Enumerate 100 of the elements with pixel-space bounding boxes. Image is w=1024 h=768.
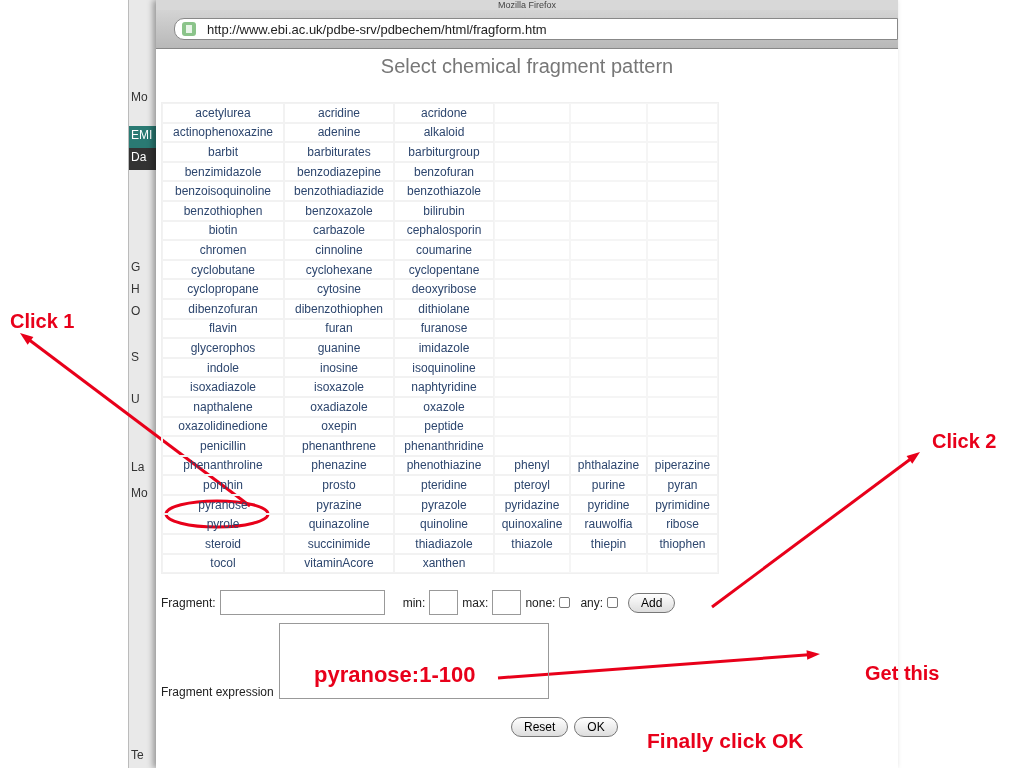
- fragment-link[interactable]: xanthen: [394, 553, 494, 574]
- fragment-link[interactable]: flavin: [162, 318, 284, 339]
- fragment-link[interactable]: benzothiophen: [162, 200, 284, 221]
- fragment-link[interactable]: cyclohexane: [284, 259, 394, 280]
- fragment-link[interactable]: cytosine: [284, 279, 394, 299]
- fragment-link[interactable]: quinoline: [394, 514, 494, 535]
- fragment-link[interactable]: acridone: [394, 103, 494, 123]
- fragment-link[interactable]: pyridine: [570, 494, 647, 515]
- fragment-link[interactable]: furan: [284, 318, 394, 339]
- annotation-text: Get this: [865, 662, 940, 685]
- fragment-link[interactable]: benzoxazole: [284, 200, 394, 221]
- address-bar[interactable]: http://www.ebi.ac.uk/pdbe-srv/pdbechem/html/fragform.htm: [174, 18, 898, 40]
- fragment-link[interactable]: phenanthridine: [394, 436, 494, 456]
- fragment-link[interactable]: peptide: [394, 416, 494, 437]
- fragment-link[interactable]: vitaminAcore: [284, 553, 394, 574]
- fragment-link[interactable]: phenazine: [284, 455, 394, 476]
- fragment-link[interactable]: piperazine: [647, 455, 718, 476]
- fragment-link[interactable]: deoxyribose: [394, 279, 494, 299]
- fragment-link[interactable]: oxazole: [394, 396, 494, 417]
- checkbox[interactable]: [559, 597, 571, 609]
- fragment-link[interactable]: thiadiazole: [394, 534, 494, 554]
- fragment-link[interactable]: biotin: [162, 220, 284, 241]
- fragment-link[interactable]: pteroyl: [494, 475, 570, 495]
- fragment-link[interactable]: barbiturates: [284, 142, 394, 162]
- fragment-link[interactable]: phthalazine: [570, 455, 647, 476]
- fragment-link[interactable]: coumarine: [394, 240, 494, 260]
- fragment-link[interactable]: benzothiazole: [394, 181, 494, 201]
- fragment-link[interactable]: benzoisoquinoline: [162, 181, 284, 201]
- fragment-link[interactable]: purine: [570, 475, 647, 495]
- fragment-link[interactable]: pyrazine: [284, 494, 394, 515]
- checkbox[interactable]: [607, 597, 619, 609]
- fragment-link[interactable]: pyrazole: [394, 494, 494, 515]
- fragment-link[interactable]: isoxazole: [284, 377, 394, 397]
- fragment-link[interactable]: benzothiadiazide: [284, 181, 394, 201]
- fragment-link[interactable]: cyclobutane: [162, 259, 284, 280]
- fragment-link[interactable]: dibenzothiophen: [284, 298, 394, 319]
- fragment-link[interactable]: bilirubin: [394, 200, 494, 221]
- fragment-link[interactable]: barbiturgroup: [394, 142, 494, 162]
- fragment-link[interactable]: imidazole: [394, 338, 494, 358]
- fragment-link[interactable]: acetylurea: [162, 103, 284, 123]
- fragment-link[interactable]: barbit: [162, 142, 284, 162]
- field-label: max:: [462, 595, 489, 610]
- cut-text: Te: [130, 747, 145, 764]
- fragment-link[interactable]: thiepin: [570, 534, 647, 554]
- fragment-link[interactable]: napthalene: [162, 396, 284, 417]
- fragment-link[interactable]: carbazole: [284, 220, 394, 241]
- fragment-link[interactable]: oxadiazole: [284, 396, 394, 417]
- field-label: min:: [402, 595, 426, 610]
- fragment-link[interactable]: acridine: [284, 103, 394, 123]
- fragment-link[interactable]: benzimidazole: [162, 161, 284, 182]
- fragment-link[interactable]: prosto: [284, 475, 394, 495]
- field-label: Fragment expression: [161, 685, 274, 700]
- fragment-link[interactable]: isoxadiazole: [162, 377, 284, 397]
- fragment-link[interactable]: benzofuran: [394, 161, 494, 182]
- fragment-link[interactable]: dibenzofuran: [162, 298, 284, 319]
- number-field[interactable]: [429, 590, 459, 616]
- expression-field[interactable]: [278, 623, 549, 700]
- ok-button[interactable]: OK: [574, 717, 618, 738]
- fragment-link[interactable]: thiazole: [494, 534, 570, 554]
- fragment-link[interactable]: alkaloid: [394, 122, 494, 143]
- fragment-link[interactable]: phenyl: [494, 455, 570, 476]
- fragment-link[interactable]: oxepin: [284, 416, 394, 437]
- fragment-link[interactable]: phenanthrene: [284, 436, 394, 456]
- fragment-link[interactable]: inosine: [284, 357, 394, 378]
- fragment-link[interactable]: dithiolane: [394, 298, 494, 319]
- fragment-link[interactable]: rauwolfia: [570, 514, 647, 535]
- cut-text: Da: [129, 148, 156, 170]
- fragment-link[interactable]: pyridazine: [494, 494, 570, 515]
- fragment-link[interactable]: quinazoline: [284, 514, 394, 535]
- fragment-link[interactable]: cyclopropane: [162, 279, 284, 299]
- annotation-text: Click 2: [932, 430, 997, 453]
- fragment-link[interactable]: phenothiazine: [394, 455, 494, 476]
- fragment-field[interactable]: [219, 590, 385, 616]
- fragment-link[interactable]: pteridine: [394, 475, 494, 495]
- fragment-link[interactable]: isoquinoline: [394, 357, 494, 378]
- fragment-link[interactable]: tocol: [162, 553, 284, 574]
- fragment-link[interactable]: penicillin: [162, 436, 284, 456]
- fragment-link[interactable]: quinoxaline: [494, 514, 570, 535]
- fragment-link[interactable]: pyran: [647, 475, 718, 495]
- fragment-link[interactable]: oxazolidinedione: [162, 416, 284, 437]
- fragment-link[interactable]: succinimide: [284, 534, 394, 554]
- fragment-link[interactable]: cinnoline: [284, 240, 394, 260]
- fragment-link[interactable]: glycerophos: [162, 338, 284, 358]
- fragment-link[interactable]: chromen: [162, 240, 284, 260]
- fragment-link[interactable]: indole: [162, 357, 284, 378]
- number-field[interactable]: [492, 590, 522, 616]
- fragment-link[interactable]: actinophenoxazine: [162, 122, 284, 143]
- fragment-link[interactable]: adenine: [284, 122, 394, 143]
- fragment-link[interactable]: cephalosporin: [394, 220, 494, 241]
- fragment-link[interactable]: ribose: [647, 514, 718, 535]
- fragment-link[interactable]: steroid: [162, 534, 284, 554]
- fragment-link[interactable]: pyrimidine: [647, 494, 718, 515]
- reset-button[interactable]: Reset: [511, 717, 569, 738]
- add-button[interactable]: Add: [628, 592, 676, 613]
- fragment-link[interactable]: thiophen: [647, 534, 718, 554]
- fragment-link[interactable]: naphtyridine: [394, 377, 494, 397]
- fragment-link[interactable]: benzodiazepine: [284, 161, 394, 182]
- fragment-link[interactable]: guanine: [284, 338, 394, 358]
- fragment-link[interactable]: furanose: [394, 318, 494, 339]
- fragment-link[interactable]: cyclopentane: [394, 259, 494, 280]
